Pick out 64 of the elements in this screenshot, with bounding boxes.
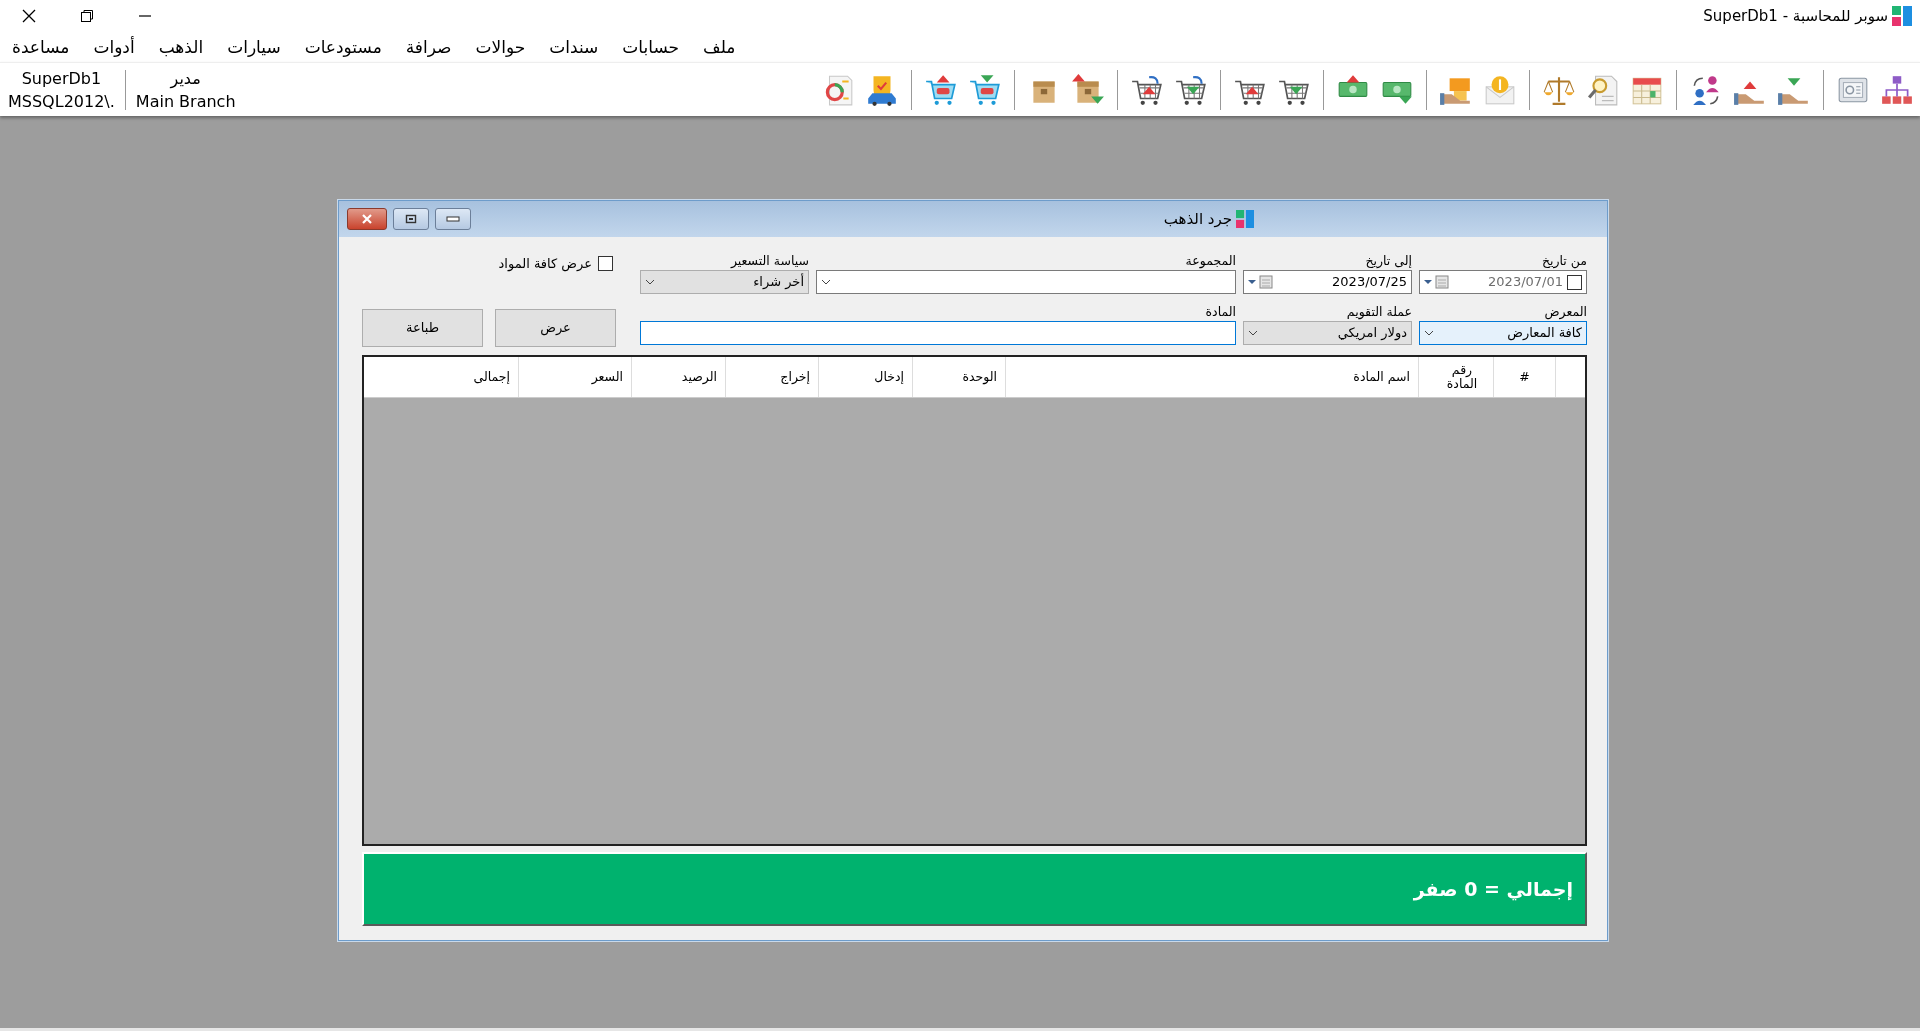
app-logo-icon — [1892, 6, 1912, 26]
column-header: الوحدة — [962, 370, 997, 384]
pricing-dropdown[interactable]: أخر شراء — [640, 270, 809, 294]
field-label: المجموعة — [1184, 252, 1236, 270]
currency-dropdown[interactable]: دولار امريكي — [1243, 321, 1412, 345]
column-header: إدخال — [874, 370, 904, 384]
field-label: المعرض — [1543, 303, 1587, 321]
maximize-button[interactable] — [393, 208, 430, 230]
calendar-dropdown-icon — [1424, 275, 1450, 289]
column-header: رقم المادة — [1445, 363, 1479, 391]
restore-icon — [80, 9, 94, 23]
column-header: # — [1519, 370, 1530, 384]
date-picker[interactable]: 2023/07/01 — [1419, 270, 1587, 294]
column-header: إجمالى — [473, 370, 510, 384]
field-label: سياسة التسعير — [729, 252, 809, 270]
window-title: سوبر للمحاسبة - SuperDb1 — [1703, 5, 1888, 27]
maximize-icon — [405, 214, 418, 224]
column-header: اسم المادة — [1353, 370, 1410, 384]
menu-item[interactable]: الذهب — [146, 32, 216, 62]
exhibit-dropdown[interactable]: كافة المعارض — [1419, 321, 1587, 345]
dialog-title: جرد الذهب — [1163, 208, 1233, 230]
menu-item[interactable]: مساعدة — [0, 32, 82, 62]
server-name: MSSQL2012\. — [8, 90, 115, 113]
menu-item[interactable]: سيارات — [215, 32, 293, 62]
column-header: السعر — [591, 370, 623, 384]
total-banner: إجمالي = 0 صفر — [362, 852, 1587, 926]
field-label: عملة التقويم — [1345, 303, 1412, 321]
chevron-down-icon — [645, 279, 655, 285]
date-picker[interactable]: 2023/07/25 — [1243, 270, 1412, 294]
chevron-down-icon — [1248, 330, 1258, 336]
column-header: إخراج — [780, 370, 810, 384]
show-all-checkbox[interactable] — [598, 256, 613, 272]
app-logo-icon — [1236, 210, 1255, 228]
chevron-down-icon — [1424, 330, 1434, 336]
minimize-icon — [138, 14, 152, 18]
calendar-dropdown-icon — [1248, 275, 1274, 289]
menu-item[interactable]: أدوات — [81, 32, 147, 62]
database-name: SuperDb1 — [20, 67, 103, 90]
field-label: إلى تاريخ — [1364, 252, 1412, 270]
menu-item[interactable]: حوالات — [463, 32, 538, 62]
group-dropdown[interactable] — [816, 270, 1236, 294]
field-label: المادة — [1204, 303, 1236, 321]
checkbox-label: عرض كافة المواد — [498, 255, 592, 274]
menu-item[interactable]: سندات — [537, 32, 611, 62]
menu-item[interactable]: ملف — [691, 32, 748, 62]
date-checkbox[interactable] — [1567, 274, 1582, 290]
column-header: الرصيد — [681, 370, 717, 384]
cart-car-down-icon — [968, 72, 1002, 107]
field-label: من تاريخ — [1540, 252, 1587, 270]
chevron-down-icon — [821, 279, 831, 285]
minimize-button[interactable] — [435, 208, 472, 230]
menu-item[interactable]: مستودعات — [292, 32, 394, 62]
menu-item[interactable]: صرافة — [393, 32, 464, 62]
menu-item[interactable]: حسابات — [610, 32, 692, 62]
material-input[interactable] — [640, 321, 1236, 345]
close-icon — [361, 214, 374, 224]
view-button[interactable]: عرض — [495, 309, 616, 347]
branch-name: Main Branch — [135, 90, 236, 113]
close-icon — [21, 8, 37, 24]
close-button[interactable] — [347, 208, 388, 230]
minimize-icon — [446, 216, 461, 222]
print-button[interactable]: طباعة — [362, 309, 483, 347]
user-name: مدير — [168, 67, 202, 90]
box-arrows-icon — [1071, 72, 1105, 107]
